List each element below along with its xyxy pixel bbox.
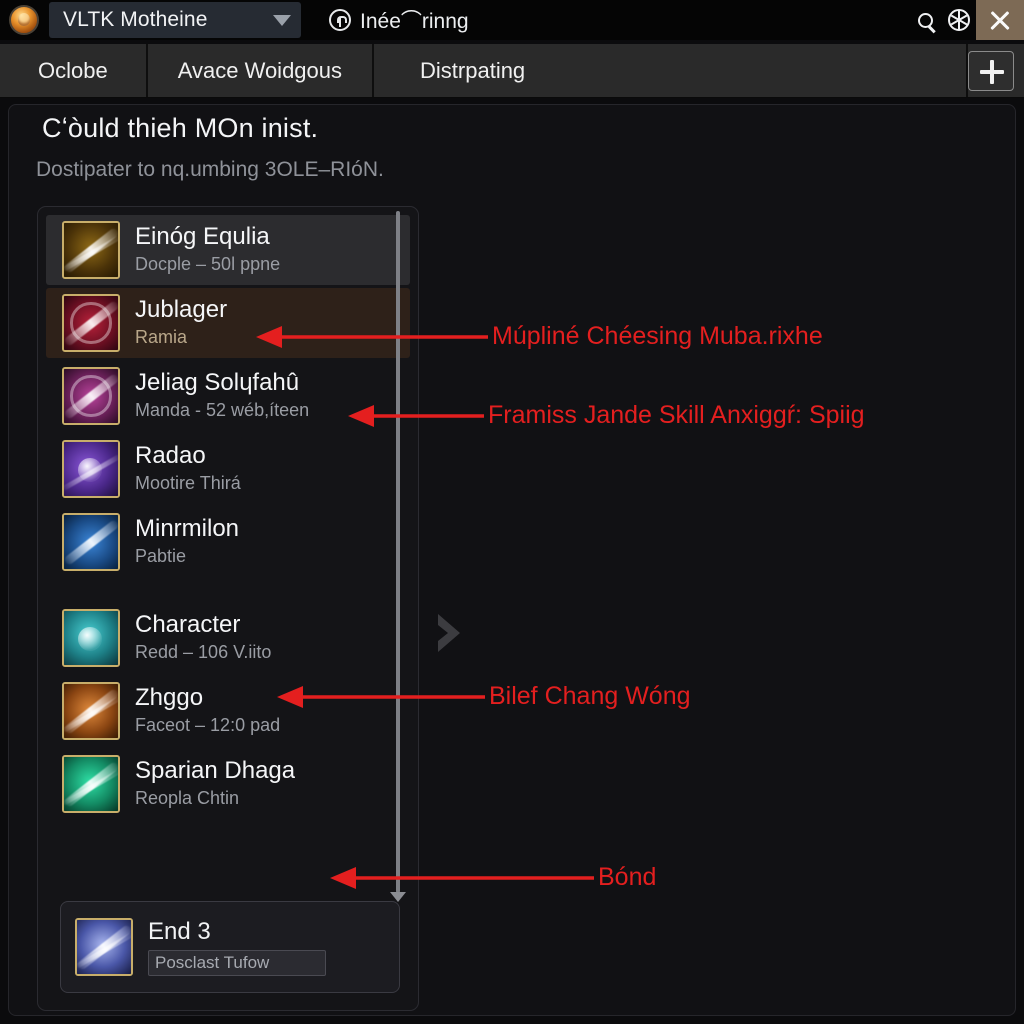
white-blade-icon	[75, 918, 133, 976]
list-item-title: Minrmilon	[135, 515, 240, 543]
violet-blade-icon	[62, 367, 120, 425]
content-panel: Cʻòuld thieh MOn inist. Dostipater to nq…	[8, 104, 1016, 1016]
wheel-icon	[948, 9, 970, 31]
list-item-text: Character Redd – 106 V.iito	[135, 611, 271, 665]
chevron-right-icon[interactable]	[432, 610, 466, 656]
list-item-subtitle: Ramia	[135, 327, 188, 348]
close-button[interactable]	[976, 0, 1024, 40]
section-indicator: Inée⌒rinng	[329, 5, 469, 35]
list-item[interactable]: Zhggo Faceot – 12:0 pad	[46, 676, 410, 746]
list-item-subtitle: Mootire Thirá	[135, 473, 241, 494]
tab-label: Oclobe	[38, 57, 108, 83]
list-item[interactable]: Jublager Ramia	[46, 288, 410, 358]
tab-label: Avace Woidgous	[177, 57, 343, 83]
tab-distrpating[interactable]: Distrpating	[374, 44, 968, 97]
purple-comet-icon	[62, 440, 120, 498]
list-item-title: Jublager	[135, 296, 228, 324]
tab-oclobe[interactable]: Oclobe	[0, 44, 148, 97]
wheel-button[interactable]	[942, 0, 976, 40]
green-blade-icon	[62, 755, 120, 813]
item-list-panel: Einóg Equlia Docple – 50l ppne Jublager …	[37, 206, 419, 1011]
list-item-text: Minrmilon Pabtie	[135, 515, 239, 569]
list-item-title: Jeliag Solɥfahû	[135, 369, 300, 397]
tabbar: Oclobe Avace Woidgous Distrpating	[0, 44, 1024, 98]
list-item-subtitle: Manda - 52 wéb,íteen	[135, 400, 310, 421]
list-item[interactable]: Einóg Equlia Docple – 50l ppne	[46, 215, 410, 285]
list-item[interactable]: Minrmilon Pabtie	[46, 507, 410, 577]
bottom-card-input[interactable]	[148, 950, 326, 977]
titlebar: VLTK Motheine Inée⌒rinng	[0, 0, 1024, 40]
blue-spear-icon	[62, 513, 120, 571]
list-item-text: Jublager Ramia	[135, 296, 227, 350]
list-item-subtitle: Redd – 106 V.iito	[135, 642, 272, 663]
list-item[interactable]: Sparian Dhaga Reopla Chtin	[46, 749, 410, 819]
list-item-subtitle: Reopla Chtin	[135, 788, 240, 809]
page-title: Cʻòuld thieh MOn inist.	[42, 113, 319, 143]
bottom-card-body: End 3	[148, 918, 385, 977]
app-window: VLTK Motheine Inée⌒rinng Oclobe Avace Wo…	[0, 0, 1024, 1024]
list-item[interactable]: Jeliag Solɥfahû Manda - 52 wéb,íteen	[46, 361, 410, 431]
project-select[interactable]: VLTK Motheine	[49, 2, 301, 38]
tab-label: Distrpating	[420, 57, 526, 83]
list-item-text: Radao Mootire Thirá	[135, 442, 241, 496]
list-item-subtitle: Pabtie	[135, 546, 187, 567]
lion-emblem-icon	[9, 5, 39, 35]
search-button[interactable]	[908, 0, 942, 40]
tab-add-wrap	[968, 44, 1024, 97]
list-item-text: Jeliag Solɥfahû Manda - 52 wéb,íteen	[135, 369, 309, 423]
red-arrow-icon	[62, 294, 120, 352]
search-icon	[917, 12, 933, 28]
list-item-title: Sparian Dhaga	[135, 757, 296, 785]
list-item-title: Einóg Equlia	[135, 223, 270, 251]
list-item-title: Character	[135, 611, 241, 639]
teal-gem-icon	[62, 609, 120, 667]
project-select-value: VLTK Motheine	[63, 8, 208, 31]
list-item-text: Sparian Dhaga Reopla Chtin	[135, 757, 295, 811]
list-item[interactable]: Radao Mootire Thirá	[46, 434, 410, 504]
add-tab-button[interactable]	[968, 50, 1014, 91]
list-item-subtitle: Faceot – 12:0 pad	[135, 715, 281, 736]
item-list: Einóg Equlia Docple – 50l ppne Jublager …	[38, 207, 418, 907]
close-icon	[988, 8, 1012, 32]
page-subtitle: Dostipater to nq.umbing 3OLE–RIóN.	[36, 158, 384, 181]
tab-avace-woidgous[interactable]: Avace Woidgous	[147, 44, 375, 97]
chevron-down-icon	[273, 14, 291, 26]
list-item-title: Zhggo	[135, 684, 204, 712]
list-item-subtitle: Docple – 50l ppne	[135, 254, 281, 275]
list-item[interactable]: Character Redd – 106 V.iito	[46, 603, 410, 673]
bottom-card-title: End 3	[148, 917, 211, 945]
list-item-text: Einóg Equlia Docple – 50l ppne	[135, 223, 280, 277]
pin-circle-icon	[329, 9, 351, 31]
section-label: Inée⌒rinng	[360, 10, 469, 33]
bottom-card[interactable]: End 3	[60, 901, 400, 993]
scrollbar-thumb[interactable]	[396, 211, 400, 893]
list-scrollbar[interactable]	[395, 211, 400, 893]
orange-feather-icon	[62, 682, 120, 740]
list-item-text: Zhggo Faceot – 12:0 pad	[135, 684, 280, 738]
list-item-title: Radao	[135, 442, 206, 470]
crossed-staff-icon	[62, 221, 120, 279]
